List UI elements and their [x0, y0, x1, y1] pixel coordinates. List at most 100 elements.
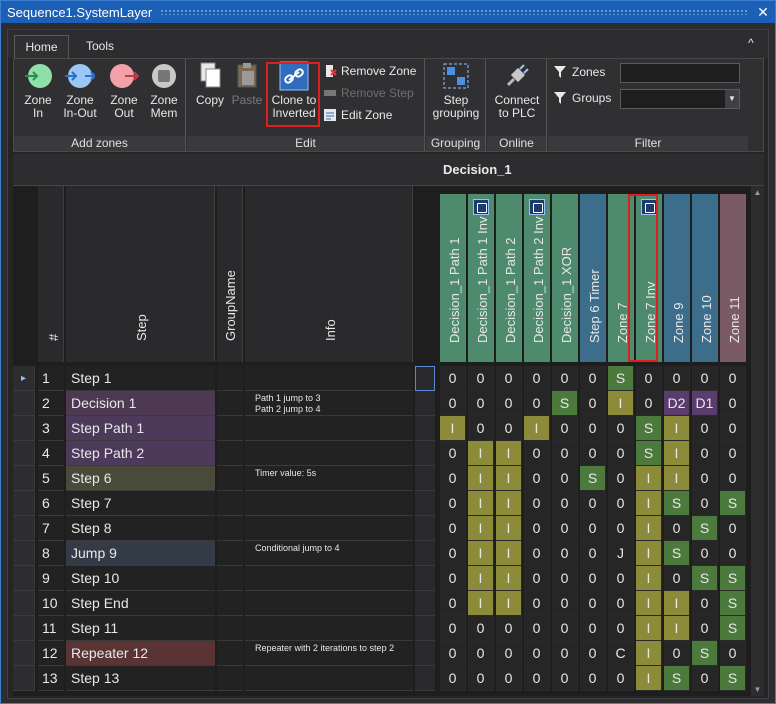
zone-cell[interactable]: 0	[468, 366, 494, 391]
zone-cell[interactable]: 0	[692, 441, 718, 466]
chevron-down-icon[interactable]: ▼	[725, 90, 739, 108]
table-row[interactable]: 8 Jump 9 Conditional jump to 40II000JIS00	[13, 541, 764, 566]
column-header-number[interactable]: #	[38, 186, 64, 362]
table-row[interactable]: 11 Step 11 0 0 0 0 0 0 0 I I 0 S	[13, 616, 764, 641]
row-selector[interactable]	[13, 616, 35, 641]
zone-cell[interactable]: 0	[552, 666, 578, 691]
table-row[interactable]: 10 Step End 0 I I 0 0 0 0 I I 0 S	[13, 591, 764, 616]
zone-cell[interactable]: 0	[608, 441, 634, 466]
row-selector[interactable]	[13, 641, 35, 666]
groups-filter-select[interactable]: ▼	[620, 89, 740, 109]
zone-cell[interactable]: I	[468, 591, 494, 616]
zone-cell[interactable]: 0	[552, 491, 578, 516]
zone-cell[interactable]: 0	[608, 666, 634, 691]
zone-cell[interactable]: 0	[552, 566, 578, 591]
info-cell[interactable]: Repeater with 2 iterations to step 2	[245, 641, 413, 666]
zone-cell[interactable]: 0	[524, 616, 550, 641]
zone-cell[interactable]: S	[720, 591, 746, 616]
zone-cell[interactable]: I	[664, 416, 690, 441]
zone-cell[interactable]: 0	[440, 541, 466, 566]
step-name[interactable]: Step 1	[66, 366, 215, 391]
zone-cell[interactable]: 0	[552, 516, 578, 541]
zone-cell[interactable]: 0	[440, 566, 466, 591]
zone-cell[interactable]: 0	[440, 616, 466, 641]
table-row[interactable]: 12 Repeater 12 Repeater with 2 iterations …	[13, 641, 764, 666]
row-selector[interactable]	[13, 416, 35, 441]
zone-cell[interactable]: I	[496, 566, 522, 591]
paste-button[interactable]: Paste	[229, 61, 265, 107]
zone-cell[interactable]: S	[664, 491, 690, 516]
row-selector[interactable]	[13, 591, 35, 616]
group-name-cell[interactable]	[217, 491, 243, 516]
zone-cell[interactable]: I	[524, 416, 550, 441]
column-header-groupname[interactable]: GroupName	[217, 186, 243, 362]
zone-cell[interactable]: I	[636, 541, 662, 566]
zone-cell[interactable]: 0	[692, 591, 718, 616]
zone-cell[interactable]: I	[496, 466, 522, 491]
remove-step-button[interactable]: Remove Step	[323, 83, 414, 103]
zone-cell[interactable]: 0	[720, 641, 746, 666]
zone-cell[interactable]: 0	[524, 391, 550, 416]
row-selector[interactable]	[13, 441, 35, 466]
step-name[interactable]: Step 13	[66, 666, 215, 691]
step-number[interactable]: 1	[38, 366, 64, 391]
zone-cell[interactable]: S	[720, 491, 746, 516]
group-name-cell[interactable]	[217, 416, 243, 441]
group-name-cell[interactable]	[217, 366, 243, 391]
table-row[interactable]: 6 Step 70II0000IS0S	[13, 491, 764, 516]
zone-cell[interactable]: 0	[608, 591, 634, 616]
collapse-ribbon-icon[interactable]: ^	[744, 37, 758, 49]
zone-cell[interactable]: 0	[552, 366, 578, 391]
step-number[interactable]: 12	[38, 641, 64, 666]
group-name-cell[interactable]	[217, 466, 243, 491]
step-name[interactable]: Step End	[66, 591, 215, 616]
info-cell[interactable]	[245, 416, 413, 441]
row-selector[interactable]	[13, 516, 35, 541]
zone-cell[interactable]: 0	[608, 416, 634, 441]
info-cell[interactable]: Path 1 jump to 3 Path 2 jump to 4	[245, 391, 413, 416]
group-name-cell[interactable]	[217, 666, 243, 691]
column-header-info[interactable]: Info	[245, 186, 413, 362]
table-row[interactable]: 9 Step 10 0 I I 0 0 0 0 I 0 S S	[13, 566, 764, 591]
zone-cell[interactable]: 0	[664, 566, 690, 591]
zone-cell[interactable]: I	[636, 641, 662, 666]
zone-cell[interactable]: 0	[524, 666, 550, 691]
zone-cell[interactable]: 0	[440, 491, 466, 516]
zone-cell[interactable]: 0	[552, 441, 578, 466]
row-selector[interactable]	[13, 666, 35, 691]
zone-cell[interactable]: 0	[580, 616, 606, 641]
zone-cell[interactable]: 0	[552, 416, 578, 441]
step-name[interactable]: Step 11	[66, 616, 215, 641]
zone-cell[interactable]: 0	[692, 541, 718, 566]
zone-cell[interactable]: 0	[664, 641, 690, 666]
zone-cell[interactable]: S	[608, 366, 634, 391]
scroll-up-icon[interactable]: ▲	[751, 186, 764, 199]
step-number[interactable]: 4	[38, 441, 64, 466]
zone-cell[interactable]: D1	[692, 391, 718, 416]
zone-cell[interactable]: 0	[720, 441, 746, 466]
table-row[interactable]: 5 Step 6 Timer value: 5s 0 I I 0 0 S 0 I I 0 0	[13, 466, 764, 491]
zone-header-9[interactable]: Zone 9	[664, 194, 690, 362]
group-name-cell[interactable]	[217, 616, 243, 641]
zone-header-5[interactable]: Decision_1 XOR	[552, 194, 578, 362]
info-cell[interactable]	[245, 366, 413, 391]
zone-cell[interactable]: I	[636, 666, 662, 691]
row-selector[interactable]	[13, 541, 35, 566]
group-name-cell[interactable]	[217, 441, 243, 466]
zone-cell[interactable]: 0	[552, 591, 578, 616]
row-selector[interactable]	[13, 566, 35, 591]
zone-cell[interactable]: 0	[440, 516, 466, 541]
zone-cell[interactable]: S	[636, 441, 662, 466]
zone-cell[interactable]: 0	[552, 641, 578, 666]
zone-cell[interactable]: 0	[664, 516, 690, 541]
info-cell[interactable]: Conditional jump to 4	[245, 541, 413, 566]
zone-cell[interactable]: 0	[440, 366, 466, 391]
row-selector[interactable]	[13, 466, 35, 491]
info-cell[interactable]	[245, 491, 413, 516]
zone-cell[interactable]: 0	[664, 366, 690, 391]
zone-cell[interactable]: S	[720, 566, 746, 591]
zone-cell[interactable]: S	[636, 416, 662, 441]
zone-header-11[interactable]: Zone 11	[720, 194, 746, 362]
zone-cell[interactable]: 0	[580, 441, 606, 466]
close-icon[interactable]: ✕	[755, 4, 771, 20]
